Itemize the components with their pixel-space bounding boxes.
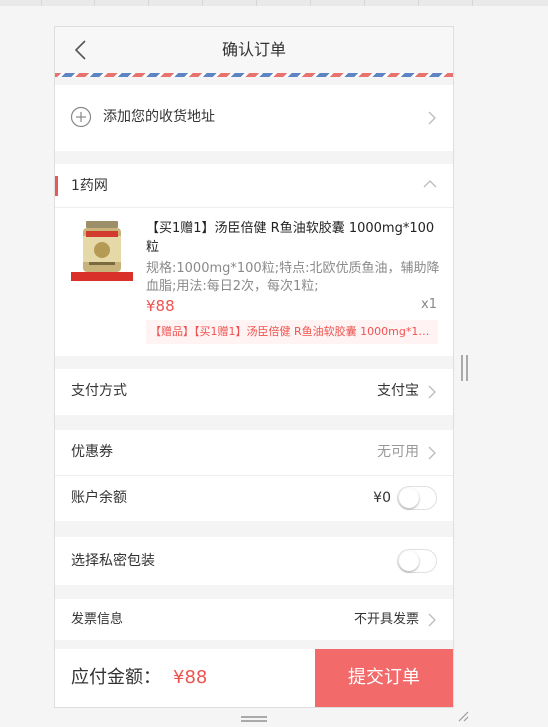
- chevron-right-icon: [428, 613, 436, 627]
- grip-line: [461, 355, 463, 381]
- address-label: 添加您的收货地址: [103, 109, 215, 125]
- payment-label: 支付方式: [71, 383, 127, 399]
- total-label: 应付金额：: [71, 667, 161, 688]
- chevron-right-icon: [428, 111, 436, 125]
- strip-tick: [472, 0, 473, 6]
- balance-value: ¥0: [373, 490, 391, 506]
- balance-toggle[interactable]: [397, 486, 437, 510]
- add-address-row[interactable]: 添加您的收货地址: [55, 85, 453, 151]
- product-title: 【买1赠1】汤臣倍健 R鱼油软胶囊 1000mg*100粒: [146, 221, 435, 255]
- page-title: 确认订单: [221, 40, 286, 59]
- mobile-frame: 确认订单 添加您的收货地址 1药网 【买1赠1】汤臣倍健 R鱼油软胶囊 1000…: [54, 26, 454, 708]
- header: 确认订单: [55, 27, 453, 73]
- chevron-up-icon[interactable]: [423, 179, 437, 189]
- chevron-right-icon: [428, 385, 436, 399]
- payment-method-row[interactable]: 支付方式 支付宝: [55, 369, 453, 415]
- product-item[interactable]: 【买1赠1】汤臣倍健 R鱼油软胶囊 1000mg*100粒 规格:1000mg*…: [55, 208, 453, 356]
- strip-tick: [418, 0, 419, 6]
- chevron-right-icon: [428, 446, 436, 460]
- checkout-footer: 应付金额： ¥88 提交订单: [55, 649, 453, 707]
- plus-circle-icon: [70, 106, 92, 128]
- payment-value: 支付宝: [377, 383, 419, 399]
- toggle-knob: [399, 488, 419, 508]
- coupon-label: 优惠券: [71, 444, 113, 460]
- strip-tick: [94, 0, 95, 6]
- invoice-label: 发票信息: [71, 612, 124, 627]
- strip-tick: [41, 0, 42, 6]
- invoice-value: 不开具发票: [353, 612, 419, 627]
- store-name: 1药网: [71, 178, 108, 194]
- strip-tick: [310, 0, 311, 6]
- strip-tick: [148, 0, 149, 6]
- submit-order-button[interactable]: 提交订单: [315, 649, 453, 707]
- invoice-row[interactable]: 发票信息 不开具发票: [55, 599, 453, 640]
- account-balance-row: 账户余额 ¥0: [55, 476, 453, 521]
- horizontal-resize-grip[interactable]: [241, 716, 267, 722]
- grip-line: [241, 720, 267, 722]
- browser-top-strip: [0, 0, 548, 6]
- strip-tick: [256, 0, 257, 6]
- privacy-label: 选择私密包装: [71, 553, 155, 569]
- coupon-row[interactable]: 优惠券 无可用: [55, 430, 453, 475]
- product-price: ¥88: [146, 297, 175, 315]
- grip-line: [466, 355, 468, 381]
- strip-tick: [364, 0, 365, 6]
- privacy-toggle[interactable]: [397, 549, 437, 573]
- product-spec: 规格:1000mg*100粒;特点:北欧优质鱼油，辅助降血脂;用法:每日2次，每…: [146, 261, 440, 294]
- resize-corner-icon[interactable]: [457, 710, 469, 722]
- strip-tick: [202, 0, 203, 6]
- store-header[interactable]: 1药网: [55, 164, 453, 208]
- private-packaging-row: 选择私密包装: [55, 537, 453, 585]
- coupon-value: 无可用: [377, 444, 419, 460]
- grip-line: [241, 716, 267, 718]
- airmail-stripe: [55, 73, 453, 77]
- total-amount: ¥88: [173, 667, 208, 688]
- vertical-resize-grip[interactable]: [461, 355, 468, 381]
- store-accent-bar: [55, 176, 58, 196]
- product-image: [69, 218, 135, 284]
- toggle-knob: [399, 551, 419, 571]
- balance-label: 账户余额: [71, 490, 127, 506]
- gift-banner: 【赠品】【买1赠1】汤臣倍健 R鱼油软胶囊 1000mg*100粒: [146, 320, 438, 344]
- product-quantity: x1: [421, 297, 437, 312]
